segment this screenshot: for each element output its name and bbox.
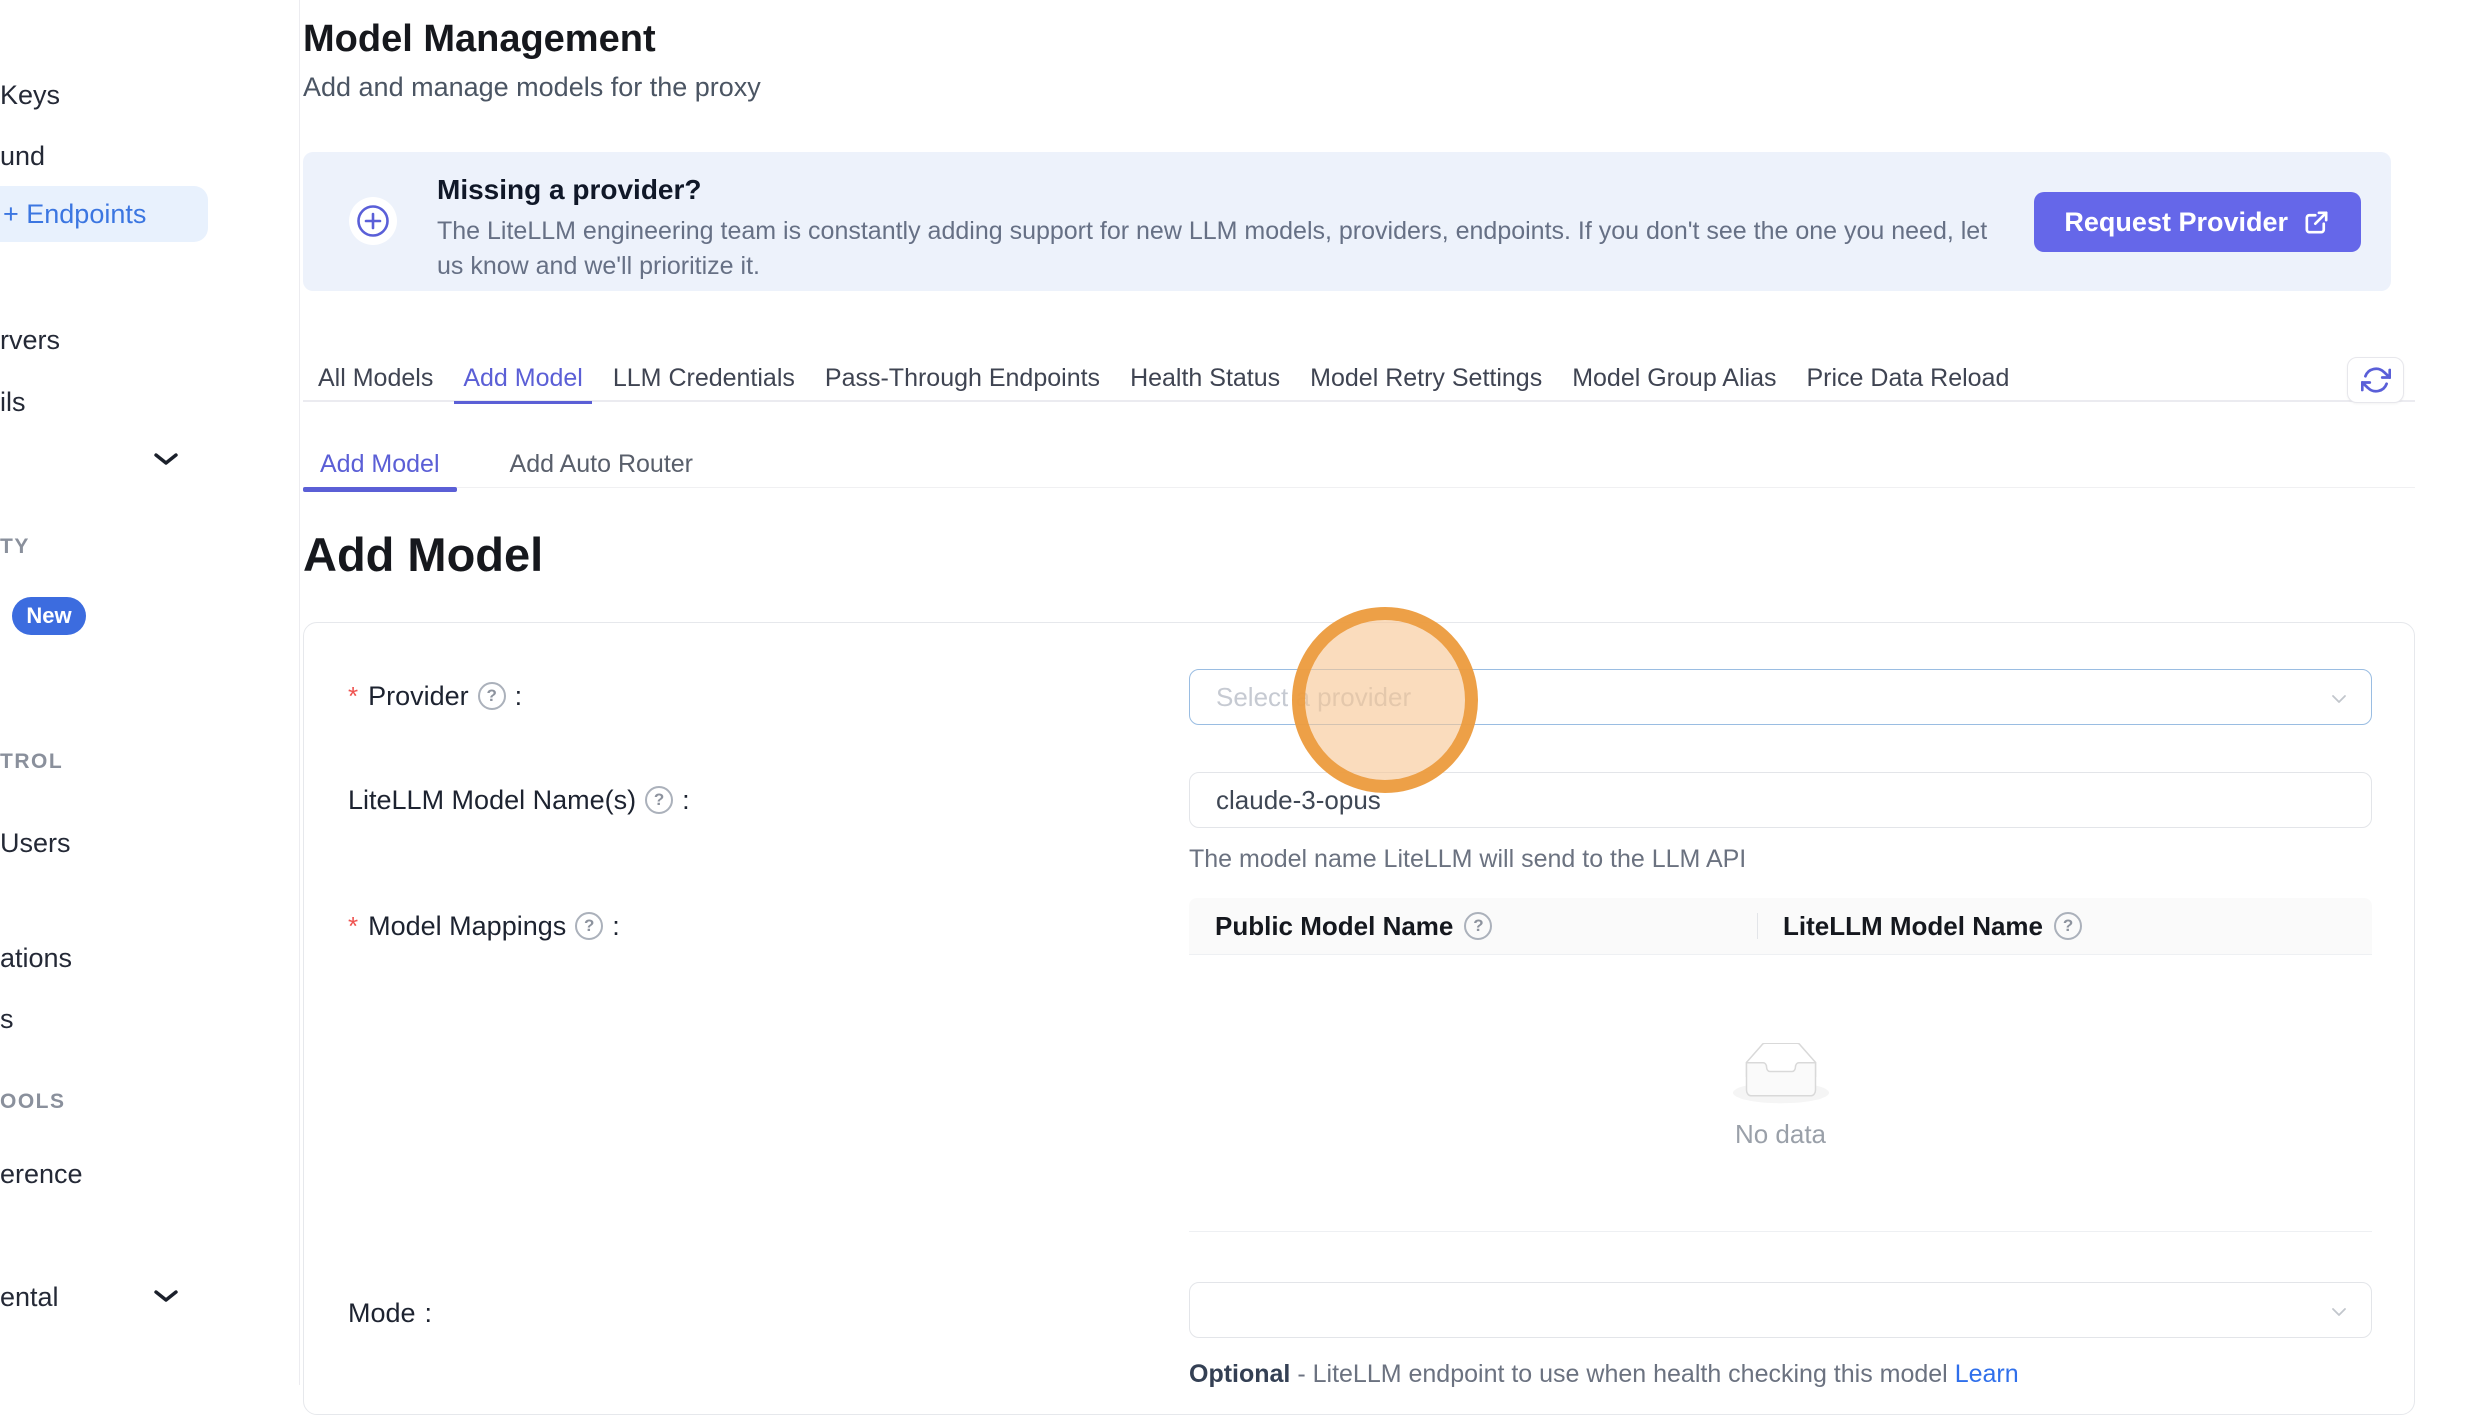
tab-price-data-reload[interactable]: Price Data Reload xyxy=(1791,358,2024,402)
chevron-down-icon[interactable] xyxy=(152,450,180,468)
help-icon[interactable]: ? xyxy=(478,682,506,710)
page-subtitle: Add and manage models for the proxy xyxy=(303,72,761,103)
sidebar-section-ools: OOLS xyxy=(0,1090,66,1114)
banner-body: The LiteLLM engineering team is constant… xyxy=(437,214,2017,284)
sidebar-item-ils[interactable]: ils xyxy=(0,384,26,420)
provider-label-row: * Provider ? : xyxy=(348,678,522,714)
model-mappings-label: Model Mappings xyxy=(368,911,566,942)
tab-model-group-alias[interactable]: Model Group Alias xyxy=(1557,358,1791,402)
subtabs-divider xyxy=(303,487,2415,488)
external-link-icon xyxy=(2302,208,2331,237)
sidebar-item-playground[interactable]: und xyxy=(0,138,45,174)
new-badge: New xyxy=(12,597,86,635)
table-header: Public Model Name ? LiteLLM Model Name ? xyxy=(1189,898,2372,955)
model-tabs: All Models Add Model LLM Credentials Pas… xyxy=(303,358,2024,402)
mode-label-row: Mode : xyxy=(348,1295,432,1331)
tab-model-retry-settings[interactable]: Model Retry Settings xyxy=(1295,358,1557,402)
sidebar-item-s[interactable]: s xyxy=(0,1001,14,1037)
mode-select[interactable] xyxy=(1189,1282,2372,1338)
tab-all-models[interactable]: All Models xyxy=(303,358,448,402)
tab-add-model[interactable]: Add Model xyxy=(448,358,598,402)
model-name-input[interactable]: claude-3-opus xyxy=(1189,772,2372,828)
column-label: Public Model Name xyxy=(1215,911,1453,942)
help-icon[interactable]: ? xyxy=(645,786,673,814)
model-name-label-row: LiteLLM Model Name(s) ? : xyxy=(348,782,690,818)
help-icon[interactable]: ? xyxy=(1464,912,1492,940)
required-marker: * xyxy=(348,911,358,942)
refresh-icon xyxy=(2361,365,2391,395)
sidebar-item-ental[interactable]: ental xyxy=(0,1279,59,1315)
chevron-down-icon[interactable] xyxy=(152,1287,180,1305)
required-marker: * xyxy=(348,681,358,712)
table-empty-state: No data xyxy=(1189,955,2372,1232)
subtab-add-model[interactable]: Add Model xyxy=(303,447,457,487)
model-mappings-table: Public Model Name ? LiteLLM Model Name ?… xyxy=(1189,898,2372,1232)
missing-provider-banner: Missing a provider? The LiteLLM engineer… xyxy=(303,152,2391,291)
refresh-button[interactable] xyxy=(2347,357,2404,403)
sidebar-item-ations[interactable]: ations xyxy=(0,940,72,976)
add-model-subtabs: Add Model Add Auto Router xyxy=(303,447,710,487)
provider-placeholder: Select a provider xyxy=(1216,682,1411,713)
empty-box-icon xyxy=(1733,1043,1829,1105)
learn-link[interactable]: Learn xyxy=(1955,1360,2019,1388)
tab-pass-through-endpoints[interactable]: Pass-Through Endpoints xyxy=(810,358,1115,402)
mode-helper-bold: Optional xyxy=(1189,1360,1290,1388)
sidebar-section-trol: TROL xyxy=(0,750,63,774)
column-label: LiteLLM Model Name xyxy=(1783,911,2043,942)
subtab-add-auto-router[interactable]: Add Auto Router xyxy=(493,447,710,487)
column-litellm-model-name: LiteLLM Model Name ? xyxy=(1758,911,2372,942)
chevron-down-icon xyxy=(2327,687,2351,711)
request-provider-label: Request Provider xyxy=(2064,207,2288,238)
help-icon[interactable]: ? xyxy=(2054,912,2082,940)
no-data-text: No data xyxy=(1735,1119,1826,1150)
column-public-model-name: Public Model Name ? xyxy=(1189,911,1757,942)
tab-llm-credentials[interactable]: LLM Credentials xyxy=(598,358,810,402)
chevron-down-icon xyxy=(2327,1300,2351,1324)
label-colon: : xyxy=(612,911,620,942)
provider-label: Provider xyxy=(368,681,469,712)
mode-label: Mode xyxy=(348,1298,416,1329)
mode-helper-text: - LiteLLM endpoint to use when health ch… xyxy=(1290,1360,1954,1388)
sidebar: Keys und + Endpoints rvers ils TY New TR… xyxy=(0,0,300,1385)
banner-title: Missing a provider? xyxy=(437,174,702,206)
request-provider-button[interactable]: Request Provider xyxy=(2034,192,2361,252)
sidebar-item-models-endpoints[interactable]: + Endpoints xyxy=(0,186,208,242)
label-colon: : xyxy=(515,681,523,712)
model-name-helper: The model name LiteLLM will send to the … xyxy=(1189,845,1746,874)
plus-circle-icon xyxy=(349,197,397,245)
page-title: Model Management xyxy=(303,18,656,61)
model-name-value: claude-3-opus xyxy=(1216,785,1381,816)
model-mappings-label-row: * Model Mappings ? : xyxy=(348,908,620,944)
model-name-label: LiteLLM Model Name(s) xyxy=(348,785,636,816)
help-icon[interactable]: ? xyxy=(575,912,603,940)
tab-health-status[interactable]: Health Status xyxy=(1115,358,1295,402)
provider-select[interactable]: Select a provider xyxy=(1189,669,2372,725)
label-colon: : xyxy=(682,785,690,816)
sidebar-item-erence[interactable]: erence xyxy=(0,1156,83,1192)
sidebar-item-users[interactable]: Users xyxy=(0,825,71,861)
section-title: Add Model xyxy=(303,527,543,582)
label-colon: : xyxy=(425,1298,433,1329)
sidebar-item-keys[interactable]: Keys xyxy=(0,77,60,113)
sidebar-section-ty: TY xyxy=(0,535,30,559)
sidebar-item-servers[interactable]: rvers xyxy=(0,322,60,358)
sidebar-item-label: + Endpoints xyxy=(3,199,146,230)
